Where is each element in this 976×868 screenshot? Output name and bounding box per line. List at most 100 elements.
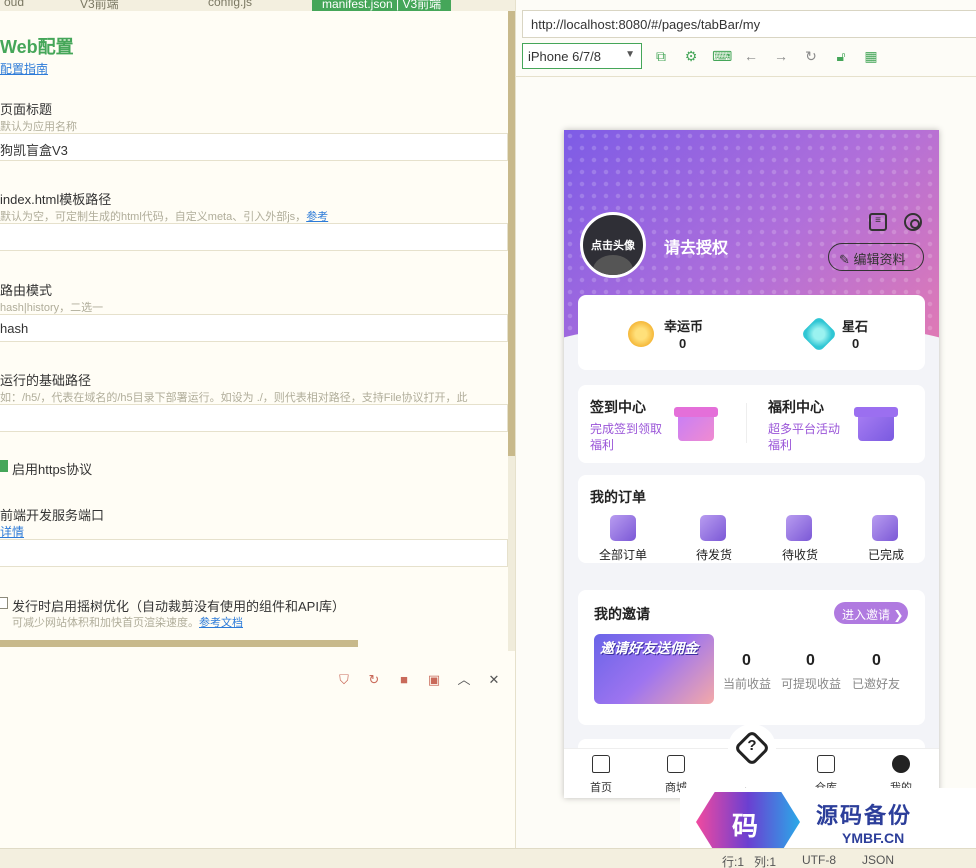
invite-banner-text: 邀请好友送佣金 — [600, 640, 698, 656]
chevron-down-icon: ▼ — [625, 49, 635, 60]
treeshake-checkbox[interactable] — [0, 597, 8, 609]
watermark-glyph: 码 — [732, 811, 759, 841]
clear-icon[interactable]: ✕ — [486, 672, 502, 688]
router-hint: hash|history，二选一 — [0, 302, 104, 314]
current-earnings-value: 0 — [742, 652, 751, 669]
section-title: Web配置 — [0, 37, 74, 57]
wallet-card: 幸运币 0 星石 0 — [578, 295, 925, 370]
activity-divider — [746, 403, 747, 443]
bug-icon[interactable]: ⛉ — [336, 672, 352, 688]
to-ship-icon — [700, 515, 726, 541]
home-icon — [592, 755, 610, 773]
gear-icon[interactable] — [904, 213, 922, 231]
base-path-input[interactable] — [0, 404, 508, 432]
invite-banner[interactable]: 邀请好友送佣金 — [594, 634, 714, 704]
guide-link[interactable]: 配置指南 — [0, 60, 48, 77]
port-input[interactable] — [0, 539, 508, 567]
shopping-bag-icon — [667, 755, 685, 773]
tab-config-js[interactable]: config.js — [208, 0, 252, 11]
template-hint: 默认为空，可定制生成的html代码，自定义meta、引入外部js，参考 — [0, 208, 328, 224]
avatar[interactable]: 点击头像 — [580, 212, 646, 278]
forward-icon[interactable]: → — [772, 47, 790, 65]
edit-profile-label: 编辑资料 — [853, 252, 906, 267]
treeshake-hint-text: 可减少网站体积和加快首页渲染速度。 — [12, 617, 199, 629]
console-toolbar: ⛉ ↻ ■ ▣ ︿ ✕ — [0, 660, 515, 700]
status-language[interactable]: JSON — [862, 853, 894, 867]
invited-friends-label: 已邀好友 — [852, 677, 901, 691]
console-icon[interactable]: ⌨ — [712, 47, 732, 65]
current-earnings-label: 当前收益 — [723, 677, 772, 691]
auth-link[interactable]: 请去授权 — [664, 234, 728, 258]
tab-manifest-json[interactable]: manifest.json | V3前端 — [312, 0, 452, 11]
back-icon[interactable]: ← — [742, 47, 760, 65]
template-label: index.html模板路径 — [0, 192, 112, 207]
settings-icon[interactable]: ⚙ — [682, 47, 700, 65]
status-bar: 行:1 列:1 UTF-8 JSON — [0, 848, 976, 868]
port-label: 前端开发服务端口 — [0, 508, 105, 523]
watermark-emblem-icon: 码 — [696, 792, 800, 852]
avatar-silhouette-icon — [593, 255, 633, 275]
page-title-label: 页面标题 — [0, 102, 53, 117]
order-to-ship-label: 待发货 — [696, 548, 733, 562]
lucky-coin-value: 0 — [679, 336, 687, 351]
qrcode-icon[interactable]: ▦ — [862, 47, 880, 65]
page-title-input[interactable]: 狗凯盲盒V3 — [0, 133, 508, 161]
vertical-scrollbar-thumb[interactable] — [508, 11, 515, 456]
restart-icon[interactable]: ↻ — [366, 672, 382, 688]
chevron-up-icon[interactable]: ︿ — [456, 672, 472, 688]
unlock-icon[interactable]: 🔓︎ — [832, 47, 850, 65]
welfare-title: 福利中心 — [768, 399, 824, 415]
box-center-button[interactable]: ? — [728, 724, 776, 772]
welfare-desc: 超多平台活动福利 — [768, 422, 841, 452]
invite-title: 我的邀请 — [594, 606, 650, 622]
orders-card: 我的订单 全部订单 待发货 待收货 已完成 — [578, 475, 925, 563]
lucky-coin-icon — [628, 321, 654, 347]
treeshake-doc-link[interactable]: 参考文档 — [199, 617, 243, 629]
https-checkbox[interactable] — [0, 460, 8, 472]
status-row: 行:1 — [722, 855, 745, 868]
template-ref-link[interactable]: 参考 — [306, 211, 328, 223]
star-stone-icon — [800, 315, 838, 353]
status-encoding[interactable]: UTF-8 — [802, 853, 836, 867]
address-bar[interactable]: http://localhost:8080/#/pages/tabBar/my — [522, 10, 976, 38]
edit-profile-button[interactable]: ✎ 编辑资料 — [828, 243, 924, 271]
tabbar-home-label: 首页 — [590, 782, 612, 794]
withdrawable-label: 可提现收益 — [781, 677, 842, 691]
device-select[interactable]: iPhone 6/7/8 ▼ — [522, 43, 642, 69]
avatar-text: 点击头像 — [591, 240, 635, 252]
withdrawable-value: 0 — [806, 652, 815, 669]
star-stone-label: 星石 — [842, 319, 869, 334]
activity-card: 签到中心 完成签到领取福利 福利中心 超多平台活动福利 — [578, 385, 925, 463]
treasure-icon — [850, 401, 902, 443]
to-receive-icon — [786, 515, 812, 541]
horizontal-scrollbar-thumb[interactable] — [0, 640, 358, 647]
open-external-icon[interactable]: ⧉ — [652, 47, 670, 65]
order-done-label: 已完成 — [868, 548, 905, 562]
router-input[interactable]: hash — [0, 314, 508, 342]
manifest-editor: Web配置 配置指南 页面标题 默认为应用名称 狗凯盲盒V3 index.htm… — [0, 11, 508, 651]
star-stone-value: 0 — [852, 336, 860, 351]
editor-tabs: oud V3前端 config.js manifest.json | V3前端 — [0, 0, 515, 11]
tab-oud[interactable]: oud — [4, 0, 24, 11]
router-label: 路由模式 — [0, 283, 53, 298]
stop-icon[interactable]: ■ — [396, 672, 412, 688]
lucky-coin-label: 幸运币 — [664, 319, 704, 334]
all-orders-icon — [610, 515, 636, 541]
editor-panel: oud V3前端 config.js manifest.json | V3前端 … — [0, 0, 516, 868]
reload-icon[interactable]: ↻ — [802, 47, 820, 65]
invited-friends-value: 0 — [872, 652, 881, 669]
base-path-label: 运行的基础路径 — [0, 373, 92, 388]
enter-invite-button[interactable]: 进入邀请 ❯ — [834, 602, 908, 624]
status-col: 列:1 — [754, 855, 777, 868]
image-icon[interactable]: ▣ — [426, 672, 442, 688]
order-to-receive-label: 待收货 — [782, 548, 819, 562]
vertical-scrollbar-track[interactable] — [508, 456, 515, 651]
tabbar-home[interactable]: 首页 — [571, 755, 631, 795]
template-hint-text: 默认为空，可定制生成的html代码，自定义meta、引入外部js， — [0, 211, 307, 223]
tab-v3-frontend[interactable]: V3前端 — [80, 0, 119, 11]
port-detail-link[interactable]: 详情 — [0, 523, 24, 540]
treeshake-label: 发行时启用摇树优化（自动裁剪没有使用的组件和API库） — [12, 599, 345, 614]
watermark-cn: 源码备份 — [816, 803, 913, 828]
template-input[interactable] — [0, 223, 508, 251]
message-icon[interactable]: ≡ — [869, 213, 887, 231]
